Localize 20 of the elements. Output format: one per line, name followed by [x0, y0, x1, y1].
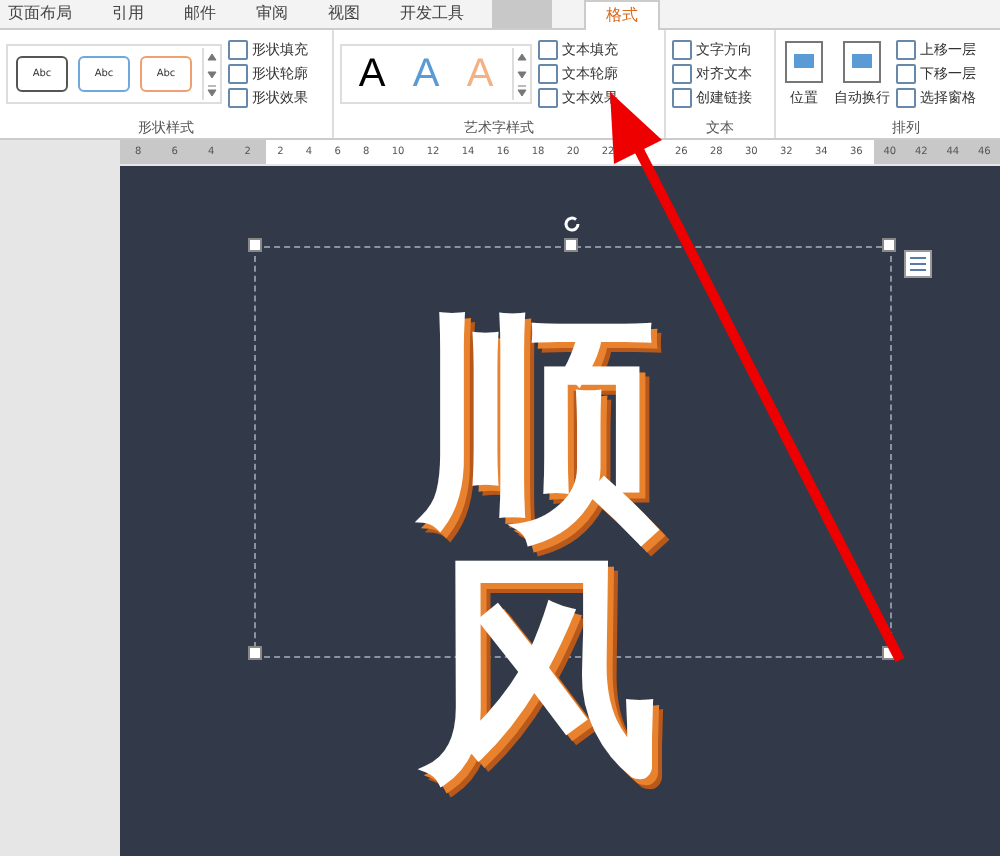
ribbon-tab[interactable]: 邮件	[164, 0, 236, 28]
layout-options-icon[interactable]	[904, 250, 932, 278]
gallery-scroll-icon[interactable]	[512, 48, 530, 100]
resize-handle[interactable]	[882, 238, 896, 252]
wordart-style-item[interactable]: A	[350, 51, 394, 97]
resize-handle[interactable]	[248, 238, 262, 252]
wordart-character: 顺	[420, 306, 660, 550]
layout-icon	[840, 40, 884, 84]
ribbon-tab[interactable]: 引用	[92, 0, 164, 28]
resize-handle[interactable]	[564, 238, 578, 252]
wordart-character: 风	[420, 550, 660, 794]
ribbon-tab[interactable]: 开发工具	[380, 0, 484, 28]
ribbon-tab[interactable]: 页面布局	[0, 0, 92, 28]
layout-icon	[782, 40, 826, 84]
ribbon-tab[interactable]: 格式	[584, 0, 660, 29]
rotate-handle-icon[interactable]	[562, 214, 582, 234]
resize-handle[interactable]	[248, 646, 262, 660]
ribbon-tab[interactable]: 视图	[308, 0, 380, 28]
ribbon-tab[interactable]: 审阅	[236, 0, 308, 28]
gallery-scroll-icon[interactable]	[202, 48, 220, 100]
